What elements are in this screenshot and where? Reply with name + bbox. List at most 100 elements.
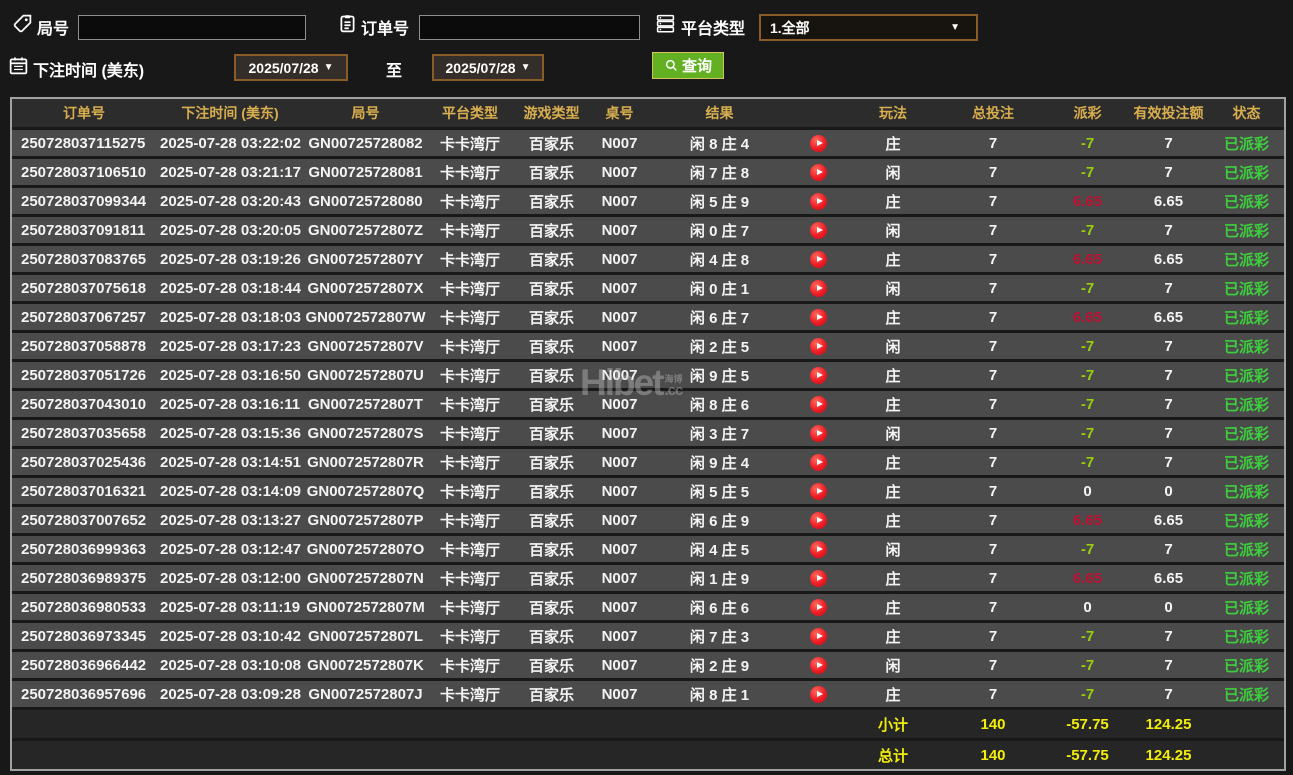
cell-round-id: GN00725728082 [304, 135, 427, 152]
cell-platform: 卡卡湾厅 [427, 365, 513, 386]
cell-game-type: 百家乐 [513, 191, 590, 212]
cell-table-no: N007 [590, 686, 649, 703]
cell-game-type: 百家乐 [513, 162, 590, 183]
cell-valid-bet: 7 [1128, 425, 1209, 442]
replay-button[interactable] [810, 628, 827, 645]
replay-button[interactable] [810, 483, 827, 500]
replay-button[interactable] [810, 338, 827, 355]
search-button[interactable]: 查询 [652, 52, 724, 79]
cell-bet-time: 2025-07-28 03:13:27 [156, 512, 304, 529]
cell-payout: 6.65 [1047, 309, 1128, 326]
round-id-input[interactable] [78, 15, 306, 40]
cell-payout: 0 [1047, 483, 1128, 500]
play-icon [817, 662, 823, 668]
cell-bet-type: 庄 [847, 597, 939, 618]
cell-order-id: 250728036989375 [12, 570, 156, 587]
cell-valid-bet: 7 [1128, 338, 1209, 355]
cell-platform: 卡卡湾厅 [427, 220, 513, 241]
cell-order-id: 250728037025436 [12, 454, 156, 471]
cell-table-no: N007 [590, 512, 649, 529]
replay-button[interactable] [810, 570, 827, 587]
cell-total-bet: 7 [939, 222, 1047, 239]
replay-button[interactable] [810, 512, 827, 529]
replay-button[interactable] [810, 309, 827, 326]
cell-game-type: 百家乐 [513, 539, 590, 560]
cell-bet-time: 2025-07-28 03:11:19 [156, 599, 304, 616]
replay-button[interactable] [810, 367, 827, 384]
cell-round-id: GN0072572807K [304, 657, 427, 674]
cell-table-no: N007 [590, 425, 649, 442]
cell-status: 已派彩 [1209, 220, 1284, 241]
replay-button[interactable] [810, 599, 827, 616]
col-header-order-id: 订单号 [12, 103, 156, 123]
calendar-icon [8, 55, 29, 76]
col-header-game-type: 游戏类型 [513, 103, 590, 123]
replay-button[interactable] [810, 135, 827, 152]
cell-platform: 卡卡湾厅 [427, 249, 513, 270]
cell-table-no: N007 [590, 338, 649, 355]
cell-game-type: 百家乐 [513, 133, 590, 154]
replay-button[interactable] [810, 541, 827, 558]
cell-bet-time: 2025-07-28 03:20:05 [156, 222, 304, 239]
cell-result: 闲 5 庄 9 [649, 191, 790, 212]
cell-game-type: 百家乐 [513, 568, 590, 589]
col-header-bet-time: 下注时间 (美东) [156, 103, 304, 123]
subtotal-row: 小计 140 -57.75 124.25 [12, 710, 1284, 738]
replay-button[interactable] [810, 396, 827, 413]
cell-bet-type: 闲 [847, 423, 939, 444]
cell-result: 闲 1 庄 9 [649, 568, 790, 589]
replay-button[interactable] [810, 164, 827, 181]
cell-valid-bet: 7 [1128, 135, 1209, 152]
col-header-status: 状态 [1209, 103, 1284, 123]
table-row: 250728037067257 2025-07-28 03:18:03 GN00… [12, 304, 1284, 330]
cell-round-id: GN0072572807L [304, 628, 427, 645]
cell-platform: 卡卡湾厅 [427, 510, 513, 531]
cell-game-type: 百家乐 [513, 336, 590, 357]
replay-button[interactable] [810, 425, 827, 442]
cell-result: 闲 9 庄 4 [649, 452, 790, 473]
cell-payout: -7 [1047, 222, 1128, 239]
play-icon [817, 546, 823, 552]
cell-bet-time: 2025-07-28 03:12:00 [156, 570, 304, 587]
play-icon [817, 488, 823, 494]
cell-valid-bet: 6.65 [1128, 570, 1209, 587]
cell-valid-bet: 7 [1128, 222, 1209, 239]
cell-payout: -7 [1047, 628, 1128, 645]
date-from-select[interactable]: 2025/07/28 ▼ [234, 54, 348, 81]
cell-order-id: 250728037115275 [12, 135, 156, 152]
replay-button[interactable] [810, 193, 827, 210]
cell-order-id: 250728037091811 [12, 222, 156, 239]
replay-button[interactable] [810, 251, 827, 268]
cell-bet-time: 2025-07-28 03:19:26 [156, 251, 304, 268]
date-to-select[interactable]: 2025/07/28 ▼ [432, 54, 544, 81]
cell-status: 已派彩 [1209, 191, 1284, 212]
cell-result: 闲 7 庄 8 [649, 162, 790, 183]
replay-button[interactable] [810, 657, 827, 674]
cell-payout: -7 [1047, 367, 1128, 384]
replay-button[interactable] [810, 686, 827, 703]
cell-game-type: 百家乐 [513, 452, 590, 473]
table-row: 250728037016321 2025-07-28 03:14:09 GN00… [12, 478, 1284, 504]
cell-payout: 6.65 [1047, 512, 1128, 529]
col-header-platform: 平台类型 [427, 103, 513, 123]
cell-round-id: GN0072572807T [304, 396, 427, 413]
cell-bet-type: 庄 [847, 365, 939, 386]
table-row: 250728037035658 2025-07-28 03:15:36 GN00… [12, 420, 1284, 446]
play-icon [817, 140, 823, 146]
cell-order-id: 250728036973345 [12, 628, 156, 645]
cell-total-bet: 7 [939, 541, 1047, 558]
replay-button[interactable] [810, 280, 827, 297]
order-id-input[interactable] [419, 15, 640, 40]
cell-table-no: N007 [590, 541, 649, 558]
platform-type-select[interactable]: 1.全部 ▼ [759, 14, 978, 41]
cell-status: 已派彩 [1209, 510, 1284, 531]
replay-button[interactable] [810, 454, 827, 471]
table-row: 250728037115275 2025-07-28 03:22:02 GN00… [12, 130, 1284, 156]
replay-button[interactable] [810, 222, 827, 239]
cell-platform: 卡卡湾厅 [427, 162, 513, 183]
cell-table-no: N007 [590, 309, 649, 326]
cell-total-bet: 7 [939, 280, 1047, 297]
cell-payout: -7 [1047, 338, 1128, 355]
cell-bet-type: 庄 [847, 510, 939, 531]
table-row: 250728036957696 2025-07-28 03:09:28 GN00… [12, 681, 1284, 707]
